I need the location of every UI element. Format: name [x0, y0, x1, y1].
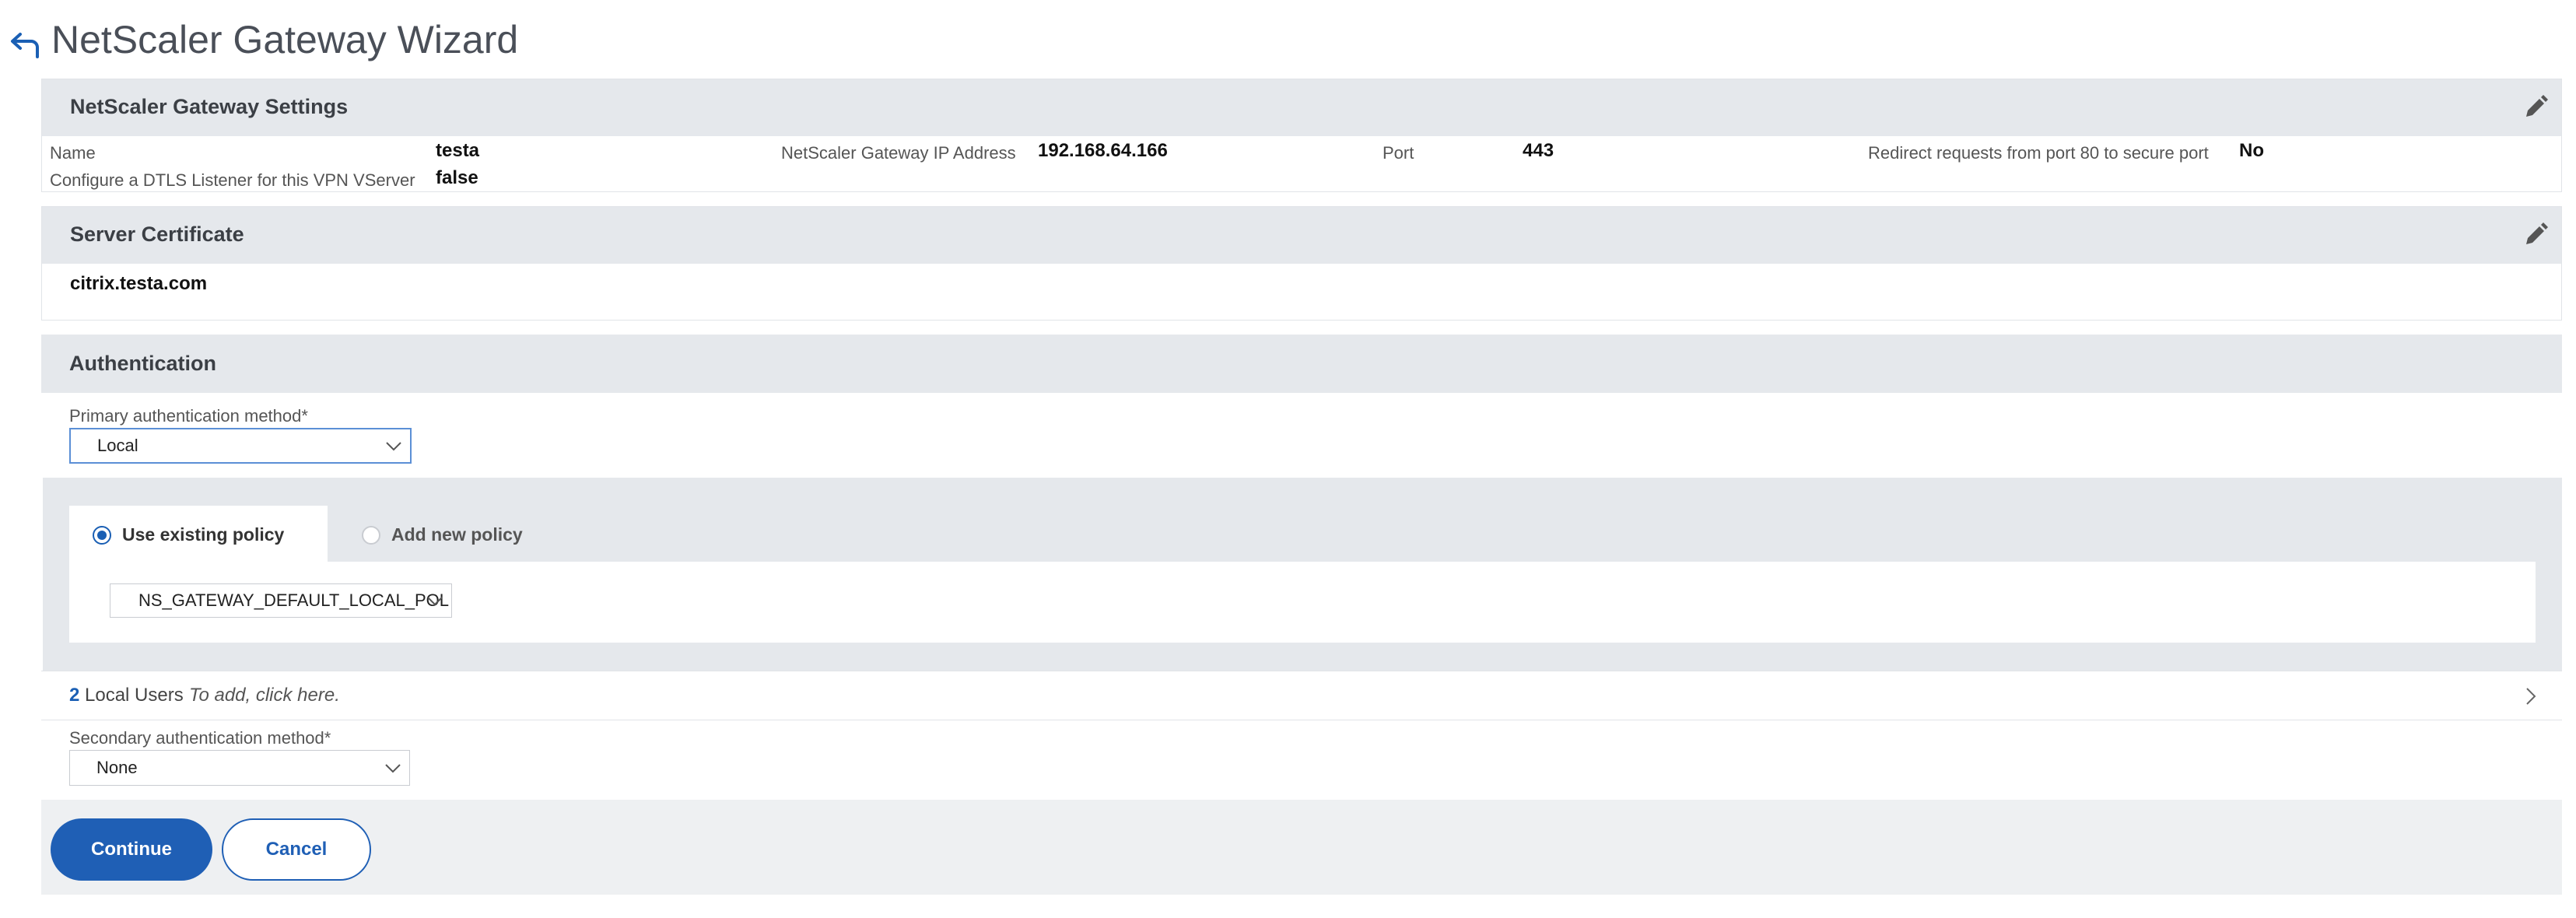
policy-value: NS_GATEWAY_DEFAULT_LOCAL_POL: [138, 590, 449, 610]
chevron-down-icon: [427, 597, 443, 606]
tab-add-new-policy[interactable]: Add new policy: [338, 506, 556, 562]
server-certificate-title: Server Certificate: [70, 222, 244, 246]
radio-unselected[interactable]: [362, 526, 380, 545]
chevron-down-icon: [385, 764, 401, 773]
tab-use-existing-label: Use existing policy: [122, 524, 285, 545]
secondary-auth-label: Secondary authentication method*: [69, 728, 331, 748]
server-certificate-value[interactable]: citrix.testa.com: [70, 273, 207, 295]
policy-content: NS_GATEWAY_DEFAULT_LOCAL_POL: [69, 562, 2536, 643]
redirect-value: No: [2239, 140, 2264, 161]
redirect-label: Redirect requests from port 80 to secure…: [1868, 143, 2209, 163]
gateway-settings-header: NetScaler Gateway Settings: [42, 79, 2561, 136]
ip-address-value: 192.168.64.166: [1038, 140, 1168, 161]
policy-tabs-area: Use existing policy Add new policy NS_GA…: [43, 478, 2562, 671]
port-label: Port: [1383, 143, 1414, 163]
primary-auth-select[interactable]: Local: [69, 428, 412, 464]
dtls-value: false: [436, 167, 478, 188]
wizard-footer: Continue Cancel: [41, 800, 2562, 895]
page-title: NetScaler Gateway Wizard: [51, 18, 519, 61]
authentication-title: Authentication: [69, 352, 216, 375]
continue-button[interactable]: Continue: [51, 818, 212, 881]
local-users-count: 2: [69, 685, 80, 706]
policy-select[interactable]: NS_GATEWAY_DEFAULT_LOCAL_POL: [110, 583, 452, 618]
local-users-hint: To add, click here.: [189, 685, 340, 706]
ip-address-label: NetScaler Gateway IP Address: [781, 143, 1016, 163]
gateway-settings-title: NetScaler Gateway Settings: [70, 95, 349, 118]
server-certificate-header: Server Certificate: [42, 207, 2561, 264]
name-label: Name: [50, 143, 96, 163]
port-value: 443: [1523, 140, 1554, 161]
pencil-icon[interactable]: [2522, 94, 2549, 121]
tab-use-existing-policy[interactable]: Use existing policy: [69, 506, 328, 562]
back-arrow-icon[interactable]: [6, 27, 44, 65]
secondary-auth-value: None: [96, 758, 138, 777]
primary-auth-label: Primary authentication method*: [69, 406, 308, 426]
local-users-label: Local Users: [85, 685, 184, 706]
secondary-auth-select[interactable]: None: [69, 750, 410, 786]
chevron-right-icon: [2526, 688, 2536, 705]
authentication-header: Authentication: [41, 335, 2562, 393]
radio-selected[interactable]: [93, 526, 111, 545]
gateway-settings-panel: NetScaler Gateway Settings Name testa Ne…: [41, 79, 2562, 192]
primary-auth-value: Local: [97, 436, 138, 455]
dtls-label: Configure a DTLS Listener for this VPN V…: [50, 170, 415, 190]
cancel-button[interactable]: Cancel: [222, 818, 371, 881]
pencil-icon[interactable]: [2522, 222, 2549, 248]
name-value: testa: [436, 140, 480, 161]
chevron-down-icon: [386, 442, 401, 451]
local-users-row[interactable]: 2 Local Users To add, click here.: [41, 671, 2562, 720]
tab-add-new-label: Add new policy: [391, 524, 523, 545]
server-certificate-panel: Server Certificate citrix.testa.com: [41, 206, 2562, 321]
